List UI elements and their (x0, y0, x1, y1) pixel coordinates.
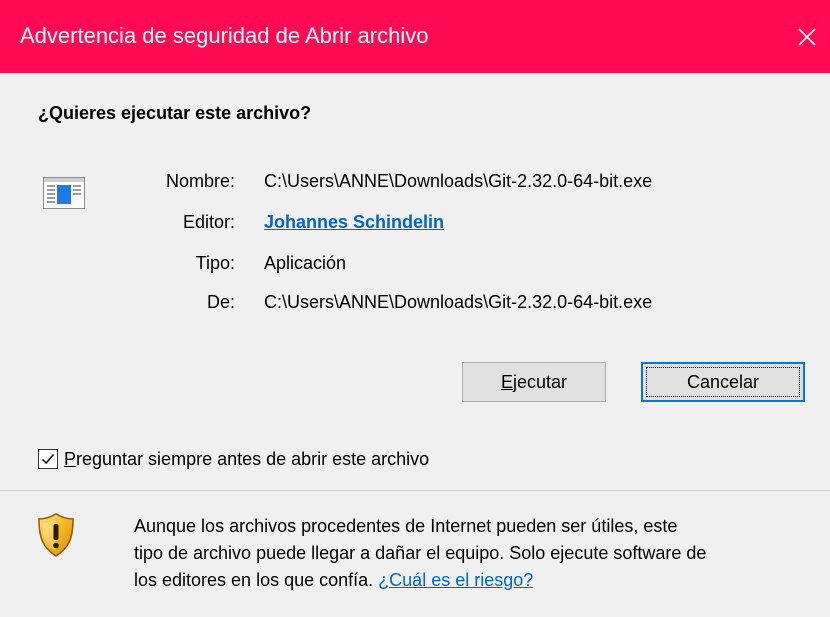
close-icon (798, 27, 816, 46)
type-label: Tipo: (195, 253, 235, 273)
publisher-link[interactable]: Johannes Schindelin (264, 212, 444, 232)
cancel-button[interactable]: Cancelar (641, 362, 805, 402)
name-value: C:\Users\ANNE\Downloads\Git-2.32.0-64-bi… (264, 171, 653, 191)
run-label: jecutar (512, 371, 568, 392)
publisher-value: Johannes Schindelin (264, 212, 444, 233)
from-value: C:\Users\ANNE\Downloads\Git-2.32.0-64-bi… (264, 292, 653, 312)
name-label: Nombre: (165, 171, 235, 191)
warning-line-3-text: los editores en los que confía. (134, 570, 374, 590)
run-access-key: E (500, 371, 513, 392)
separator (0, 490, 830, 491)
always-ask-text: reguntar siempre antes de abrir este arc… (76, 448, 430, 469)
publisher-label: Editor: (182, 212, 235, 232)
close-button[interactable] (784, 0, 830, 73)
application-window-icon (43, 177, 85, 209)
always-ask-label: Preguntar siempre antes de abrir este ar… (64, 449, 429, 470)
from-label: De: (206, 292, 235, 312)
cancel-label: Cancelar (686, 371, 760, 392)
always-ask-checkbox[interactable] (38, 449, 58, 469)
run-button[interactable]: Ejecutar (462, 362, 606, 402)
title-bar[interactable]: Advertencia de seguridad de Abrir archiv… (0, 0, 830, 73)
warning-line-1: Aunque los archivos procedentes de Inter… (134, 516, 678, 536)
warning-line-2: tipo de archivo puede llegar a dañar el … (134, 543, 707, 563)
window-title: Advertencia de seguridad de Abrir archiv… (20, 23, 429, 48)
type-value: Aplicación (264, 253, 347, 273)
question-heading: ¿Quieres ejecutar este archivo? (38, 103, 312, 123)
shield-warning-icon (38, 513, 74, 557)
checkmark-icon (41, 454, 55, 465)
warning-text: Aunque los archivos procedentes de Inter… (134, 513, 824, 594)
risk-link[interactable]: ¿Cuál es el riesgo? (378, 570, 533, 590)
always-ask-checkbox-row[interactable]: Preguntar siempre antes de abrir este ar… (38, 447, 429, 471)
always-ask-access-key: P (64, 448, 77, 469)
warning-line-3: los editores en los que confía. ¿Cuál es… (134, 567, 824, 594)
